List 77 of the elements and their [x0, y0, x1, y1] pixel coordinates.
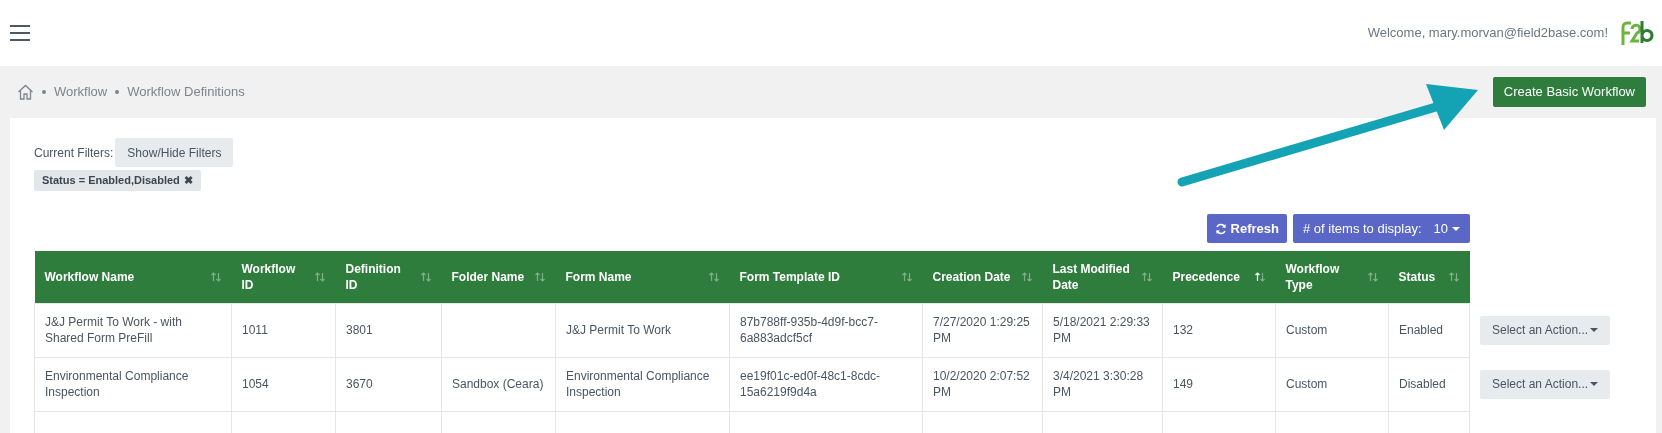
column-header[interactable]: Creation Date [922, 251, 1043, 303]
logo-icon [1620, 19, 1654, 47]
sort-icon [419, 270, 432, 283]
column-label: Workflow Type [1285, 260, 1341, 293]
table-cell: Disabled [1388, 357, 1470, 411]
column-label: Folder Name [451, 268, 525, 285]
table-cell: Environmental Compliance Inspection [34, 357, 232, 411]
table-cell: Custom [1275, 303, 1389, 357]
table-cell: 10/2/2020 2:07:52 PM [922, 357, 1043, 411]
table-cell: J&J Permit To Work - with Shared Form PreFill [34, 303, 232, 357]
table-cell: ee19f01c-ed0f-48c1-8cdc-15a6219f9d4a [729, 357, 923, 411]
table-cell: 132 [1162, 303, 1276, 357]
caret-icon [1452, 226, 1460, 231]
column-header[interactable]: Status [1388, 251, 1470, 303]
table-cell: 3670 [335, 357, 442, 411]
sort-icon [1366, 270, 1379, 283]
sort-icon [1253, 270, 1266, 283]
table-cell: Sandbox (Ceara) [441, 357, 556, 411]
column-header[interactable]: Form Name [555, 251, 730, 303]
menu-icon[interactable] [10, 25, 30, 41]
column-label: Definition ID [345, 260, 402, 293]
table-cell: Custom [1275, 357, 1389, 411]
column-label: Form Name [565, 268, 632, 285]
table-cell: 7/27/2020 1:29:25 PM [922, 303, 1043, 357]
show-hide-filters-button[interactable]: Show/Hide Filters [115, 138, 234, 167]
items-label: # of items to display: [1303, 219, 1422, 238]
items-value: 10 [1433, 219, 1448, 238]
column-header[interactable]: Folder Name [441, 251, 556, 303]
table-cell: 5/18/2021 2:29:33 PM [1042, 303, 1163, 357]
filters-label: Current Filters: [34, 144, 114, 162]
breadcrumb-link[interactable]: Workflow [54, 82, 108, 102]
column-label: Creation Date [932, 268, 1011, 285]
column-header[interactable]: Workflow ID [231, 251, 336, 303]
create-workflow-button[interactable]: Create Basic Workflow [1492, 77, 1646, 107]
table-cell: Enabled [1388, 303, 1470, 357]
refresh-button[interactable]: Refresh [1206, 214, 1288, 243]
column-header[interactable]: Last Modified Date [1042, 251, 1163, 303]
breadcrumb-separator [115, 90, 120, 94]
remove-filter-button[interactable]: ✖ [183, 172, 193, 189]
select-action-dropdown[interactable]: Select an Action... [1480, 315, 1611, 345]
column-label: Status [1398, 268, 1436, 285]
sort-icon [1140, 270, 1153, 283]
select-action-dropdown[interactable]: Select an Action... [1480, 369, 1611, 399]
filter-tag[interactable]: Status = Enabled,Disabled ✖ [34, 170, 201, 191]
table-cell: J&J Permit To Work [555, 303, 730, 357]
table-cell: 3801 [335, 303, 442, 357]
column-label: Workflow ID [241, 260, 297, 293]
breadcrumb-separator [42, 90, 46, 94]
column-header[interactable]: Workflow Type [1275, 251, 1389, 303]
welcome-text: Welcome, mary.morvan@field2base.com! [1367, 24, 1608, 43]
sort-icon [900, 270, 913, 283]
column-header[interactable]: Precedence [1162, 251, 1276, 303]
caret-icon [1590, 328, 1599, 332]
column-header[interactable]: Definition ID [335, 251, 442, 303]
sort-icon [533, 270, 546, 283]
caret-icon [1590, 382, 1599, 386]
table-cell: 3/4/2021 3:30:28 PM [1042, 357, 1163, 411]
sort-icon [1447, 270, 1460, 283]
table-cell: 1011 [231, 303, 336, 357]
column-label: Last Modified Date [1052, 260, 1131, 293]
table-cell: 1054 [231, 357, 336, 411]
column-label: Precedence [1172, 268, 1240, 285]
sort-icon [1020, 270, 1033, 283]
items-per-page-dropdown[interactable]: # of items to display: 10 [1293, 214, 1470, 243]
column-header[interactable]: Workflow Name [34, 251, 232, 303]
sort-icon [707, 270, 720, 283]
breadcrumb-link[interactable]: Workflow Definitions [127, 82, 245, 102]
sort-icon [209, 270, 222, 283]
refresh-icon [1214, 222, 1227, 235]
home-icon[interactable] [17, 84, 34, 100]
table-cell: 149 [1162, 357, 1276, 411]
column-label: Form Template ID [739, 268, 840, 285]
sort-icon [313, 270, 326, 283]
table-cell: Environmental Compliance Inspection [555, 357, 730, 411]
table-cell: 87b788ff-935b-4d9f-bcc7-6a883adcf5cf [729, 303, 923, 357]
column-header[interactable]: Form Template ID [729, 251, 923, 303]
column-label: Workflow Name [44, 268, 135, 285]
